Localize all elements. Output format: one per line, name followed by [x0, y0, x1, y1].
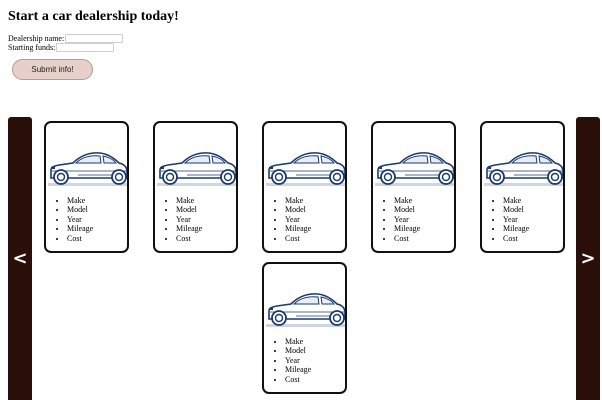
car-detail-cost: Cost [285, 234, 311, 243]
car-details-list: MakeModelYearMileageCost [155, 196, 202, 243]
car-detail-mileage: Mileage [503, 224, 529, 233]
dealership-name-input[interactable] [65, 34, 124, 43]
car-detail-mileage: Mileage [394, 224, 420, 233]
car-icon [375, 152, 454, 186]
car-detail-make: Make [394, 196, 420, 205]
car-detail-cost: Cost [176, 234, 202, 243]
car-detail-make: Make [285, 337, 311, 346]
car-detail-year: Year [285, 356, 311, 365]
car-card[interactable]: MakeModelYearMileageCost [153, 121, 238, 253]
dealership-form: Dealership name: Starting funds: [8, 34, 124, 52]
car-detail-make: Make [285, 196, 311, 205]
car-card[interactable]: MakeModelYearMileageCost [371, 121, 456, 253]
car-detail-make: Make [503, 196, 529, 205]
car-icon [157, 152, 236, 186]
car-details-list: MakeModelYearMileageCost [373, 196, 420, 243]
dealership-name-label: Dealership name: [8, 34, 65, 43]
car-detail-make: Make [67, 196, 93, 205]
car-card[interactable]: MakeModelYearMileageCost [262, 121, 347, 253]
car-detail-model: Model [503, 205, 529, 214]
car-details-list: MakeModelYearMileageCost [46, 196, 93, 243]
car-detail-cost: Cost [67, 234, 93, 243]
carousel-next-button[interactable]: > [576, 117, 600, 400]
page-title: Start a car dealership today! [8, 9, 179, 24]
car-details-list: MakeModelYearMileageCost [264, 337, 311, 384]
starting-funds-input[interactable] [56, 43, 115, 52]
dealership-name-row: Dealership name: [8, 34, 124, 43]
car-details-list: MakeModelYearMileageCost [482, 196, 529, 243]
starting-funds-row: Starting funds: [8, 43, 123, 52]
car-detail-year: Year [394, 215, 420, 224]
car-icon [484, 152, 563, 186]
car-details-list: MakeModelYearMileageCost [264, 196, 311, 243]
car-detail-model: Model [285, 346, 311, 355]
car-detail-cost: Cost [394, 234, 420, 243]
car-detail-year: Year [67, 215, 93, 224]
starting-funds-label: Starting funds: [8, 43, 56, 52]
submit-info-button[interactable]: Submit info! [12, 59, 93, 80]
carousel-prev-button[interactable]: < [8, 117, 32, 400]
car-detail-model: Model [67, 205, 93, 214]
car-detail-year: Year [285, 215, 311, 224]
car-icon [48, 152, 127, 186]
car-detail-year: Year [503, 215, 529, 224]
car-detail-mileage: Mileage [67, 224, 93, 233]
car-detail-year: Year [176, 215, 202, 224]
car-detail-mileage: Mileage [285, 365, 311, 374]
car-detail-make: Make [176, 196, 202, 205]
car-detail-model: Model [285, 205, 311, 214]
car-detail-model: Model [176, 205, 202, 214]
car-icon [266, 293, 345, 327]
car-icon [266, 152, 345, 186]
car-card[interactable]: MakeModelYearMileageCost [44, 121, 129, 253]
car-card[interactable]: MakeModelYearMileageCost [262, 262, 347, 394]
car-detail-mileage: Mileage [285, 224, 311, 233]
car-detail-mileage: Mileage [176, 224, 202, 233]
car-card[interactable]: MakeModelYearMileageCost [480, 121, 565, 253]
car-detail-model: Model [394, 205, 420, 214]
car-detail-cost: Cost [285, 375, 311, 384]
car-detail-cost: Cost [503, 234, 529, 243]
